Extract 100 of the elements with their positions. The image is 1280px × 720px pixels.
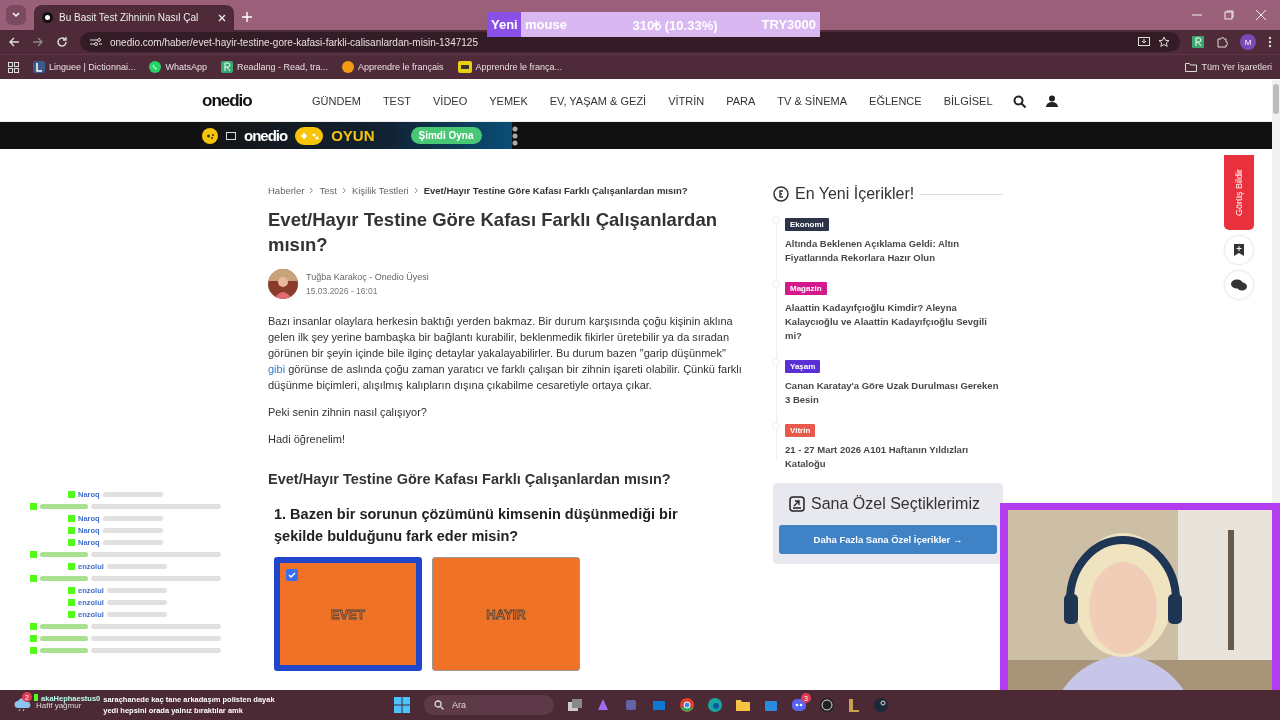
browser-tab[interactable]: Bu Basit Test Zihninin Nasıl Çal	[34, 5, 234, 30]
new-tab-button[interactable]	[242, 12, 252, 22]
question-text: 1. Bazen bir sorunun çözümünü kimsenin düşünmediği bir şekilde bulduğunu fark eder misin?	[274, 505, 679, 546]
url-text: onedio.com/haber/evet-hayir-testine-gore-kafasi-farkli-calisanlardan-misin-1347125	[110, 36, 478, 48]
more-icon	[1268, 36, 1272, 48]
flag-tile-icon	[457, 61, 472, 73]
breadcrumb-link[interactable]: Evet/Hayır Testine Göre Kafası Farklı Çalışanlardan mısın?	[423, 185, 688, 196]
kick-badge-icon	[30, 550, 37, 558]
all-bookmarks-link[interactable]: Tüm Yer İşaretleri	[1185, 62, 1272, 72]
news-link[interactable]: 21 - 27 Mart 2026 A101 Haftanın Yıldızları Kataloğu	[785, 443, 1003, 471]
apps-grid-icon	[8, 61, 19, 73]
category-tag[interactable]: Magazin	[785, 282, 827, 295]
puzzle-icon	[1216, 36, 1228, 48]
profile-avatar[interactable]: M	[1240, 34, 1256, 50]
taskbar-search[interactable]: Ara	[424, 695, 554, 715]
folder-icon	[736, 699, 750, 711]
gamepad-icon	[295, 126, 324, 145]
chevron-icon	[12, 12, 20, 18]
kick-badge-icon	[30, 574, 37, 582]
comments-button[interactable]	[1225, 271, 1253, 299]
reload-icon	[56, 36, 68, 48]
screen-icon	[226, 131, 236, 140]
nav-link[interactable]: PARA	[726, 95, 756, 107]
more-icon	[512, 125, 518, 146]
bookmark-link[interactable]: Apprendre le français	[342, 61, 444, 73]
nav-link[interactable]: YEMEK	[489, 95, 528, 107]
kick-badge-icon	[68, 562, 75, 570]
star-icon	[1158, 36, 1170, 48]
news-link[interactable]: Altında Beklenen Açıklama Geldi: Altın Fiyatlarında Rekorlara Hazır Olun	[785, 237, 1003, 265]
blurred-message	[102, 539, 163, 545]
category-tag[interactable]: Yaşam	[785, 360, 821, 373]
paragraph: Peki senin zihnin nasıl çalışıyor?	[268, 405, 428, 420]
external-link-icon	[789, 496, 805, 512]
goal-target: TRY3000	[760, 17, 817, 32]
scrollbar-thumb[interactable]	[1273, 84, 1279, 114]
author-name[interactable]: Tuğba Karakoç - Onedio Üyesi	[306, 272, 429, 282]
news-link[interactable]: Canan Karatay'a Göre Uzak Durulması Gereken 3 Besin	[785, 379, 1003, 407]
close-icon	[218, 13, 226, 22]
blurred-username	[40, 647, 88, 653]
quiz-heading: Evet/Hayır Testine Göre Kafası Farklı Çalışanlardan mısın?	[268, 471, 672, 487]
nav-link[interactable]: VİDEO	[433, 95, 468, 107]
nav-link[interactable]: BİLGİSEL	[943, 95, 993, 107]
breadcrumb-link[interactable]: Test	[319, 185, 337, 196]
forward-icon	[32, 36, 44, 48]
folder-icon	[1185, 62, 1198, 72]
back-icon	[8, 36, 20, 48]
category-tag[interactable]: Ekonomi	[785, 218, 829, 231]
breadcrumb-link[interactable]: Kişilik Testleri	[351, 185, 409, 196]
promo-title: OYUN	[331, 127, 375, 144]
news-link[interactable]: Alaattin Kadayıfçıoğlu Kimdir? Aleyna Kalaycıoğlu ve Alaattin Kadayıfçıoğlu Sevgili mi?	[785, 301, 1003, 343]
goal-progress: 310₺ (10.33%)	[631, 16, 719, 34]
blurred-message	[106, 611, 167, 617]
search-icon	[1013, 94, 1026, 108]
blurred-message	[102, 491, 163, 497]
author-avatar	[268, 269, 298, 299]
gamepad-icon	[202, 127, 218, 144]
nav-link[interactable]: VİTRİN	[668, 95, 705, 107]
blurred-username	[40, 575, 88, 581]
kick-badge-icon	[30, 502, 37, 510]
blurred-message	[102, 527, 163, 533]
search-icon	[434, 700, 444, 710]
whatsapp-icon	[149, 61, 162, 73]
inline-link[interactable]: gibi	[268, 363, 286, 375]
chrome-icon	[680, 698, 694, 712]
chat-bubbles-icon	[1231, 279, 1247, 291]
more-content-button[interactable]: Daha Fazla Sana Özel İçerikler →	[779, 525, 997, 554]
breadcrumb-link[interactable]: Haberler	[268, 185, 305, 196]
tab-title: Bu Basit Test Zihninin Nasıl Çal	[59, 12, 200, 23]
bookmark-link[interactable]: WhatsApp	[149, 61, 207, 73]
tab-search-button[interactable]	[6, 5, 26, 25]
blurred-username	[40, 635, 88, 641]
kick-badge-icon	[68, 490, 75, 498]
dictionary-icon	[33, 61, 45, 73]
nav-link[interactable]: EV, YAŞAM & GEZİ	[549, 95, 647, 107]
category-tag[interactable]: Vitrin	[785, 424, 816, 437]
bookmark-link[interactable]: Readlang - Read, tra...	[220, 61, 328, 73]
feedback-button[interactable]: Görüş Bildir	[1224, 155, 1254, 230]
nav-link[interactable]: TEST	[382, 95, 411, 107]
section-title: En Yeni İçerikler!	[795, 185, 915, 203]
restore-icon	[1224, 10, 1234, 20]
plus-icon	[242, 12, 252, 22]
game-promo-banner[interactable]: onedio OYUN Şimdi Oyna	[200, 122, 512, 149]
promo-logo: onedio	[244, 127, 288, 144]
goal-tag: Yeni	[487, 17, 521, 32]
blurred-username	[40, 503, 88, 509]
card-title: Sana Özel Seçtiklerimiz	[811, 495, 980, 513]
nav-link[interactable]: GÜNDEM	[312, 95, 361, 107]
bookmark-link[interactable]: Apprendre le frança...	[457, 61, 563, 73]
site-logo[interactable]: onedio	[202, 91, 312, 111]
nav-link[interactable]: EĞLENCE	[869, 95, 922, 107]
blurred-message	[102, 515, 163, 521]
kick-badge-icon	[34, 694, 39, 701]
site-settings-icon	[90, 37, 102, 47]
bookmark-add-button[interactable]	[1225, 236, 1253, 264]
intro-paragraph: Bazı insanlar olaylara herkesin baktığı yerden bakmaz. Bir durum karşısında çoğu kişinin aklına gelen ilk şey yerine bambaşka bir bağlantı kurabilir, beklenmedik fikirler üretebilir ya da sıradan görünen bir şeyin içinde bile ilginç detaylar yakalayabilirler. Bu durum bazen "garip düşünmek" gibi görünse de aslında çoğu zaman yaratıcı ve farklı çalışan bir zihnin işareti olabilir. Çünkü farklı düşünme biçimleri, alışılmış kalıpların dışına çıkabilme cesaretiyle ortaya çıkar.	[268, 314, 743, 393]
close-icon	[1256, 10, 1266, 20]
nav-link[interactable]: TV & SİNEMA	[777, 95, 848, 107]
bookmark-link[interactable]: Linguee | Dictionnai...	[33, 61, 136, 73]
blurred-username	[40, 623, 88, 629]
address-bar[interactable]: onedio.com/haber/evet-hayir-testine-gore-kafasi-farkli-calisanlardan-misin-1347125	[80, 32, 1180, 52]
